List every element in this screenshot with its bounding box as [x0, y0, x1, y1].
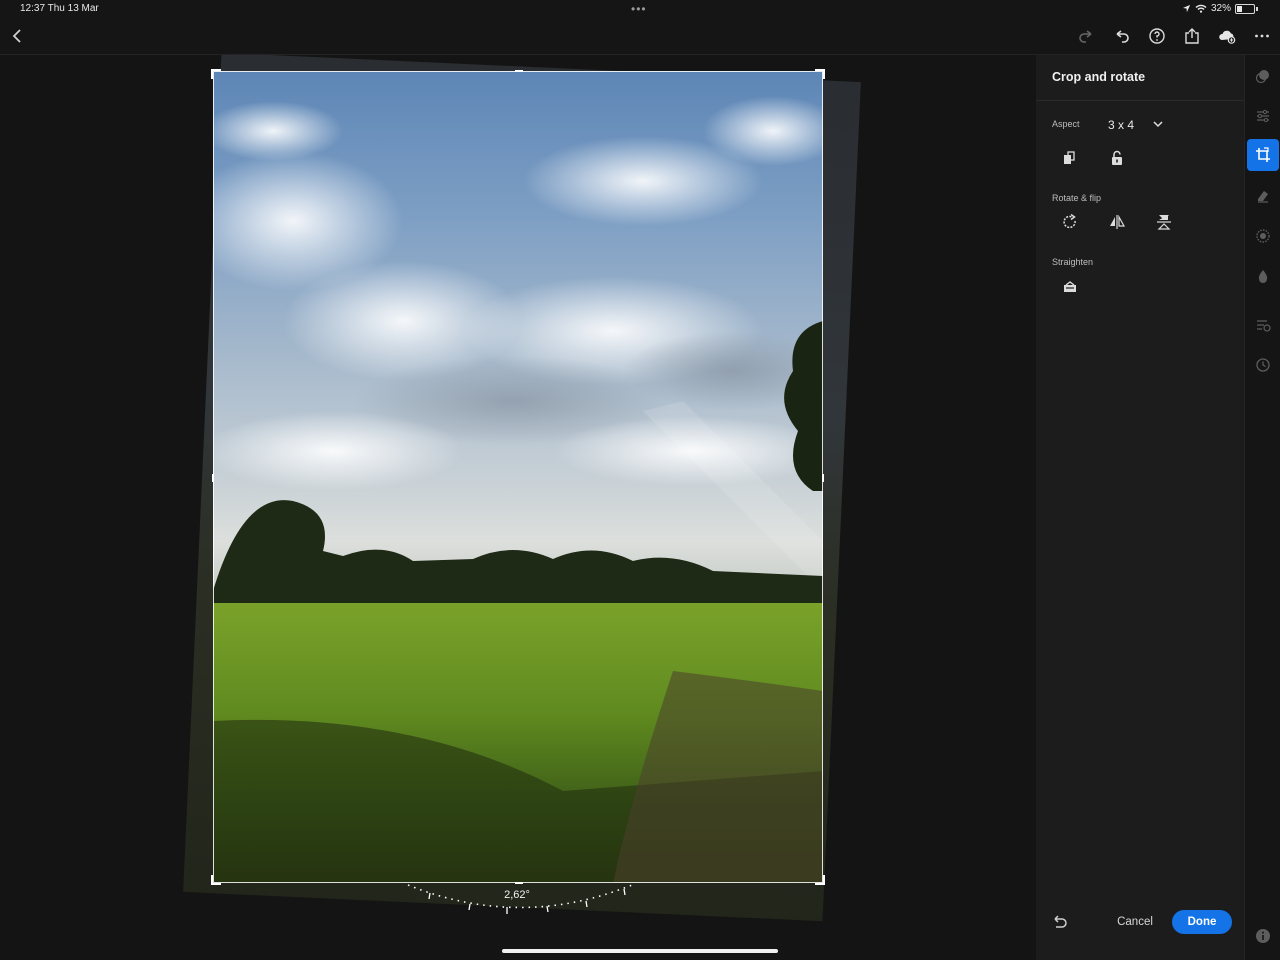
- crop-frame[interactable]: [211, 69, 825, 885]
- back-icon[interactable]: [5, 23, 31, 49]
- crop-handle-left[interactable]: [212, 474, 214, 482]
- flip-horizontal-icon[interactable]: [1107, 212, 1127, 232]
- crop-handle-right[interactable]: [822, 474, 824, 482]
- history-icon[interactable]: [1253, 355, 1273, 375]
- share-icon[interactable]: [1179, 23, 1205, 49]
- crop-handle-bottom-right[interactable]: [815, 875, 825, 885]
- adjust-icon[interactable]: [1253, 106, 1273, 126]
- color-icon[interactable]: [1253, 266, 1273, 286]
- status-right: 32%: [1182, 3, 1258, 14]
- undo-icon[interactable]: [1109, 23, 1135, 49]
- home-indicator[interactable]: [502, 949, 778, 953]
- masking-icon[interactable]: [1253, 226, 1273, 246]
- info-icon[interactable]: [1253, 926, 1273, 946]
- status-time: 12:37 Thu 13 Mar: [20, 3, 99, 14]
- chevron-down-icon[interactable]: [1151, 117, 1165, 131]
- photo-canvas[interactable]: 2,62°: [0, 55, 1036, 960]
- unlock-aspect-icon[interactable]: [1107, 148, 1127, 168]
- cloud-sync-icon[interactable]: [1214, 23, 1240, 49]
- multitask-dots[interactable]: •••: [631, 2, 647, 16]
- rotation-angle-readout: 2,62°: [504, 889, 530, 901]
- healing-icon[interactable]: [1253, 186, 1273, 206]
- redo-icon[interactable]: [1073, 23, 1099, 49]
- battery-percent: 32%: [1210, 3, 1231, 14]
- versions-icon[interactable]: [1253, 315, 1273, 335]
- top-toolbar: [0, 22, 1280, 55]
- panel-title: Crop and rotate: [1052, 70, 1146, 84]
- crop-icon[interactable]: [1247, 139, 1279, 171]
- location-icon: [1182, 4, 1191, 13]
- crop-handle-top-left[interactable]: [211, 69, 221, 79]
- battery-icon: [1235, 3, 1255, 14]
- panel-divider: [1036, 100, 1244, 101]
- rotate-flip-label: Rotate & flip: [1052, 193, 1102, 203]
- reset-icon[interactable]: [1051, 913, 1069, 931]
- straighten-label: Straighten: [1052, 257, 1094, 267]
- rotate-icon[interactable]: [1060, 212, 1080, 232]
- wifi-icon: [1195, 4, 1207, 13]
- aspect-value[interactable]: 3 x 4: [1108, 118, 1134, 132]
- crop-handle-top[interactable]: [515, 70, 523, 72]
- done-button[interactable]: Done: [1172, 910, 1232, 934]
- tool-rail: [1244, 55, 1280, 960]
- help-icon[interactable]: [1144, 23, 1170, 49]
- presets-icon[interactable]: [1253, 66, 1273, 86]
- aspect-label: Aspect: [1052, 119, 1080, 129]
- crop-handle-bottom-left[interactable]: [211, 875, 221, 885]
- crop-rotate-panel: Crop and rotate Aspect 3 x 4 Rotate & fl…: [1036, 55, 1244, 960]
- flip-vertical-icon[interactable]: [1154, 212, 1174, 232]
- auto-straighten-icon[interactable]: [1060, 277, 1080, 297]
- orientation-swap-icon[interactable]: [1059, 148, 1079, 168]
- crop-handle-top-right[interactable]: [815, 69, 825, 79]
- cancel-button[interactable]: Cancel: [1110, 912, 1160, 932]
- more-icon[interactable]: [1249, 23, 1275, 49]
- status-bar: 12:37 Thu 13 Mar ••• 32%: [0, 0, 1280, 20]
